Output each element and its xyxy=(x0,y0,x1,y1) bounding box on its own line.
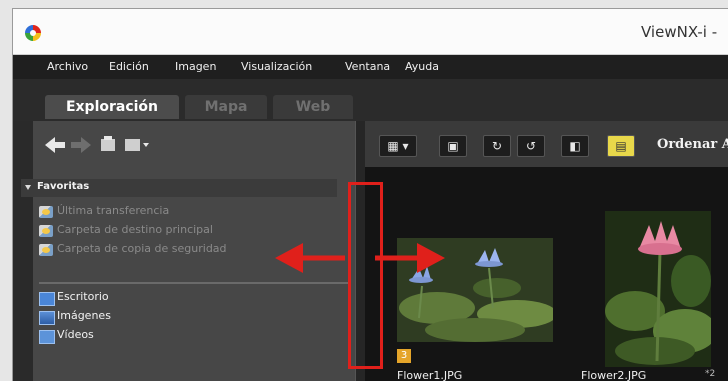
arrow-right-icon xyxy=(375,243,445,273)
arrow-left-icon xyxy=(275,243,345,273)
app-window: ViewNX-i - Archivo Edición Imagen Visual… xyxy=(12,8,728,381)
resize-arrows xyxy=(275,243,445,273)
